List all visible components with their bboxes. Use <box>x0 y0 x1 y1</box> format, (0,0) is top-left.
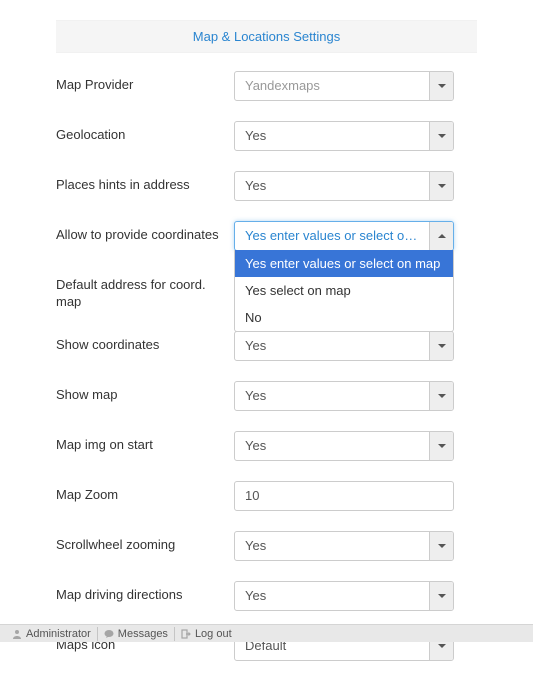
chevron-down-icon <box>429 332 453 360</box>
dropdown-places-hints[interactable]: Yes <box>234 171 454 201</box>
footer-logout[interactable]: Log out <box>175 627 238 641</box>
label-geolocation: Geolocation <box>56 121 234 144</box>
dropdown-menu-allow-coords: Yes enter values or select on map Yes se… <box>234 250 454 332</box>
footer-label: Messages <box>118 628 168 640</box>
dropdown-map-provider[interactable]: Yandexmaps <box>234 71 454 101</box>
chevron-down-icon <box>429 72 453 100</box>
dropdown-value: Yes <box>235 172 429 200</box>
footer-bar: Administrator Messages Log out <box>0 624 533 642</box>
label-show-coords: Show coordinates <box>56 331 234 354</box>
logout-icon <box>181 629 191 639</box>
dropdown-value: Yes <box>235 332 429 360</box>
chevron-down-icon <box>429 532 453 560</box>
dropdown-value: Yes <box>235 122 429 150</box>
chevron-down-icon <box>429 432 453 460</box>
label-scrollwheel: Scrollwheel zooming <box>56 531 234 554</box>
chevron-down-icon <box>429 172 453 200</box>
label-default-address: Default address for coord. map <box>56 271 234 311</box>
chevron-up-icon <box>429 222 453 250</box>
dropdown-value: Yes enter values or select on … <box>235 222 429 250</box>
chevron-down-icon <box>429 382 453 410</box>
chevron-down-icon <box>429 122 453 150</box>
dropdown-show-coords[interactable]: Yes <box>234 331 454 361</box>
label-allow-coords: Allow to provide coordinates <box>56 221 234 244</box>
dropdown-value: Yes <box>235 382 429 410</box>
label-show-map: Show map <box>56 381 234 404</box>
chevron-down-icon <box>429 582 453 610</box>
label-map-provider: Map Provider <box>56 71 234 94</box>
bubble-icon <box>104 629 114 639</box>
label-map-img-start: Map img on start <box>56 431 234 454</box>
dropdown-value: Yes <box>235 432 429 460</box>
dropdown-allow-coords[interactable]: Yes enter values or select on … <box>234 221 454 251</box>
dropdown-value: Yandexmaps <box>235 72 429 100</box>
dropdown-map-img-start[interactable]: Yes <box>234 431 454 461</box>
dropdown-driving[interactable]: Yes <box>234 581 454 611</box>
section-header: Map & Locations Settings <box>56 20 477 53</box>
dropdown-scrollwheel[interactable]: Yes <box>234 531 454 561</box>
label-driving: Map driving directions <box>56 581 234 604</box>
dropdown-value: Yes <box>235 582 429 610</box>
dropdown-geolocation[interactable]: Yes <box>234 121 454 151</box>
user-icon <box>12 629 22 639</box>
footer-messages[interactable]: Messages <box>98 627 175 641</box>
label-map-zoom: Map Zoom <box>56 481 234 504</box>
dropdown-value: Yes <box>235 532 429 560</box>
footer-administrator[interactable]: Administrator <box>6 627 98 641</box>
dropdown-option[interactable]: No <box>235 304 453 331</box>
dropdown-option[interactable]: Yes select on map <box>235 277 453 304</box>
footer-label: Log out <box>195 628 232 640</box>
footer-label: Administrator <box>26 628 91 640</box>
dropdown-option[interactable]: Yes enter values or select on map <box>235 250 453 277</box>
section-title: Map & Locations Settings <box>193 29 340 44</box>
label-places-hints: Places hints in address <box>56 171 234 194</box>
input-map-zoom[interactable] <box>234 481 454 511</box>
dropdown-show-map[interactable]: Yes <box>234 381 454 411</box>
